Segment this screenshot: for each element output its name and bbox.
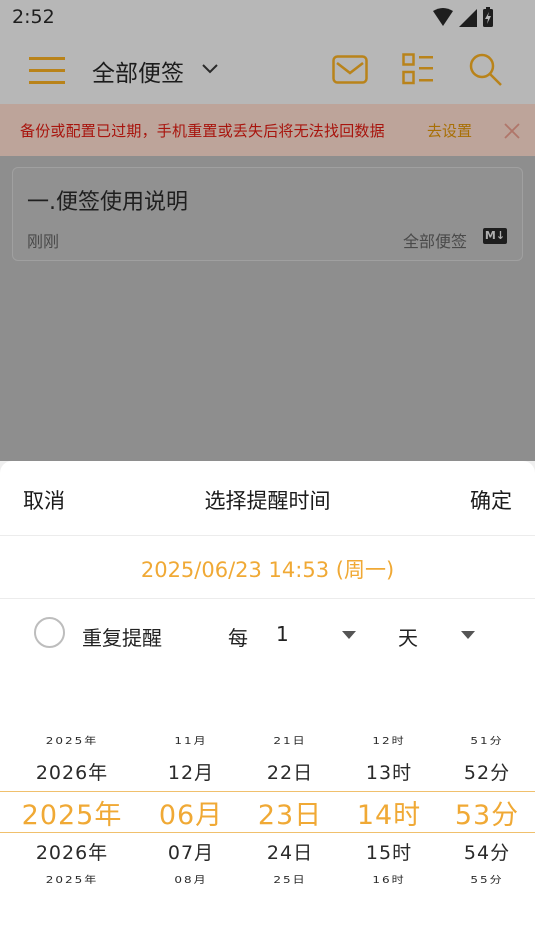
wheel-item[interactable]: 07月 — [136, 838, 246, 865]
chevron-down-icon[interactable] — [200, 61, 220, 80]
wifi-icon — [433, 8, 453, 26]
wheel-selected-item[interactable]: 14时 — [334, 793, 444, 832]
status-indicators-icon — [433, 7, 493, 27]
note-card[interactable]: 一.便签使用说明 刚刚 全部便签 M↓ — [12, 167, 523, 261]
menu-icon[interactable] — [29, 54, 65, 90]
selected-datetime-row: 2025/06/23 14:53 (周一) — [0, 536, 535, 599]
mail-icon[interactable] — [332, 55, 368, 89]
close-icon[interactable] — [504, 123, 520, 143]
unit-select[interactable]: 天 — [398, 622, 418, 651]
wheel-item[interactable]: 52分 — [432, 758, 535, 785]
interval-dropdown-icon[interactable] — [342, 631, 356, 639]
sheet-title: 选择提醒时间 — [204, 489, 331, 513]
wheel-item[interactable]: 11月 — [136, 734, 246, 748]
wheel-item[interactable]: 08月 — [136, 873, 246, 887]
year-wheel[interactable]: 2025年 2026年 2025年 2026年 2025年 — [17, 731, 127, 891]
repeat-label[interactable]: 重复提醒 — [82, 622, 162, 651]
wheel-item[interactable]: 24日 — [235, 838, 345, 865]
backup-warning-banner: 备份或配置已过期，手机重置或丢失后将无法找回数据 去设置 — [0, 104, 535, 156]
wheel-selected-item[interactable]: 23日 — [235, 793, 345, 832]
wheel-item[interactable]: 22日 — [235, 758, 345, 785]
markdown-badge-icon: M↓ — [483, 228, 507, 244]
wheel-item[interactable]: 25日 — [235, 873, 345, 887]
status-time: 2:52 — [12, 6, 55, 28]
signal-icon — [459, 9, 477, 27]
wheel-selected-item[interactable]: 2025年 — [17, 793, 127, 832]
layout-icon[interactable] — [402, 53, 434, 89]
repeat-reminder-row: 重复提醒 每 1 天 — [0, 599, 535, 675]
wheel-item[interactable]: 2025年 — [17, 734, 127, 748]
wheel-item[interactable]: 16时 — [334, 873, 444, 887]
status-bar: 2:52 — [0, 0, 535, 36]
wheel-item[interactable]: 13时 — [334, 758, 444, 785]
status-icons — [431, 7, 499, 33]
day-wheel[interactable]: 21日 22日 23日 24日 25日 — [235, 731, 345, 891]
wheel-selected-item[interactable]: 06月 — [136, 793, 246, 832]
selected-datetime: 2025/06/23 14:53 (周一) — [140, 558, 395, 582]
wheel-item[interactable]: 55分 — [432, 873, 535, 887]
unit-dropdown-icon[interactable] — [461, 631, 475, 639]
search-icon[interactable] — [469, 53, 503, 91]
wheel-item[interactable]: 12月 — [136, 758, 246, 785]
datetime-picker: 2025年 2026年 2025年 2026年 2025年 11月 12月 06… — [0, 731, 535, 891]
wheel-item[interactable]: 21日 — [235, 734, 345, 748]
minute-wheel[interactable]: 51分 52分 53分 54分 55分 — [432, 731, 535, 891]
sheet-header: 取消 选择提醒时间 确定 — [0, 461, 535, 536]
go-settings-link[interactable]: 去设置 — [427, 120, 472, 141]
month-wheel[interactable]: 11月 12月 06月 07月 08月 — [136, 731, 246, 891]
note-title: 一.便签使用说明 — [27, 190, 188, 215]
toolbar: 全部便签 — [0, 36, 535, 104]
wheel-item[interactable]: 2026年 — [17, 838, 127, 865]
repeat-radio[interactable] — [34, 617, 65, 648]
wheel-item[interactable]: 12时 — [334, 734, 444, 748]
banner-text: 备份或配置已过期，手机重置或丢失后将无法找回数据 — [20, 122, 385, 140]
notes-list: 一.便签使用说明 刚刚 全部便签 M↓ — [0, 156, 535, 461]
wheel-item[interactable]: 2025年 — [17, 873, 127, 887]
wheel-item[interactable]: 15时 — [334, 838, 444, 865]
folder-title[interactable]: 全部便签 — [92, 54, 184, 88]
note-time: 刚刚 — [27, 232, 60, 251]
hour-wheel[interactable]: 12时 13时 14时 15时 16时 — [334, 731, 444, 891]
wheel-item[interactable]: 2026年 — [17, 758, 127, 785]
wheel-item[interactable]: 54分 — [432, 838, 535, 865]
note-folder: 全部便签 — [403, 232, 468, 251]
reminder-time-sheet: 取消 选择提醒时间 确定 2025/06/23 14:53 (周一) 重复提醒 … — [0, 461, 535, 951]
wheel-selected-item[interactable]: 53分 — [432, 793, 535, 832]
every-label: 每 — [228, 626, 248, 650]
interval-select[interactable]: 1 — [276, 622, 289, 646]
confirm-button[interactable]: 确定 — [470, 485, 512, 515]
wheel-item[interactable]: 51分 — [432, 734, 535, 748]
